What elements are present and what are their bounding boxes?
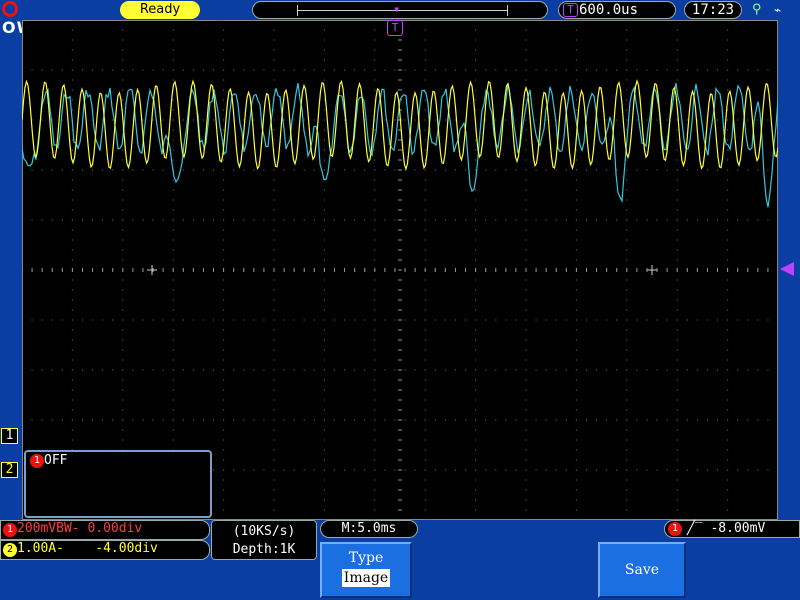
usb-icon: ⚲ — [752, 2, 762, 17]
brand-logo: OWON — [2, 1, 78, 37]
main-timebase[interactable]: M:5.0ms — [320, 520, 418, 538]
trigger-time-marker-icon[interactable]: T — [387, 20, 403, 36]
overlay-text: OFF — [44, 453, 68, 468]
channel2-settings-text: 1.00A- -4.00div — [17, 541, 158, 556]
channel1-offset-marker[interactable]: 1 — [1, 428, 18, 444]
trigger-level-marker-icon[interactable] — [780, 262, 794, 276]
trigger-source-badge: 1 — [668, 522, 682, 536]
clock: 17:23 — [684, 1, 742, 19]
trigger-settings[interactable]: 1 ╱‾ -8.00mV — [664, 520, 800, 538]
trigger-icon: T — [563, 3, 578, 17]
trigger-edge-icon: ╱‾ — [687, 521, 703, 536]
top-status-bar: OWON Ready ▾ T600.0us 17:23 ⚲ ⌁ — [0, 0, 800, 37]
channel2-settings[interactable]: 2 1.00A- -4.00div — [0, 540, 210, 560]
overlay-channel-badge: 1 — [30, 454, 44, 468]
channel1-settings-text: 200mVBW- 0.00div — [17, 521, 143, 536]
type-softkey-value: Image — [341, 569, 391, 587]
channel2-badge: 2 — [3, 543, 17, 557]
sample-info: (10KS/s) Depth:1K — [211, 520, 317, 560]
timeline-trigger-marker-icon: ▾ — [393, 2, 401, 16]
channel1-settings[interactable]: 1 200mVBW- 0.00div — [0, 520, 210, 540]
menu-popup[interactable]: 1 OFF — [24, 450, 212, 518]
trigger-position-readout: T 600.0us — [558, 1, 676, 19]
sample-rate: (10KS/s) — [232, 524, 296, 539]
trigger-level: -8.00mV — [710, 521, 766, 536]
save-softkey[interactable]: Save — [598, 542, 686, 598]
graticule-grid — [22, 20, 778, 520]
trigger-position-value: 600.0us — [579, 2, 639, 18]
waveform-icon: ⌁ — [774, 3, 782, 17]
memory-position-bar[interactable]: ▾ — [252, 1, 548, 19]
channel1-badge: 1 — [3, 523, 17, 537]
type-softkey[interactable]: Type Image — [320, 542, 412, 598]
type-softkey-label: Type — [348, 550, 384, 566]
record-depth: Depth:1K — [232, 542, 296, 557]
waveform-display[interactable] — [22, 20, 778, 520]
channel2-offset-marker[interactable]: 2 — [1, 462, 18, 478]
waveform-graticule — [22, 20, 778, 520]
acquisition-status: Ready — [120, 1, 200, 19]
